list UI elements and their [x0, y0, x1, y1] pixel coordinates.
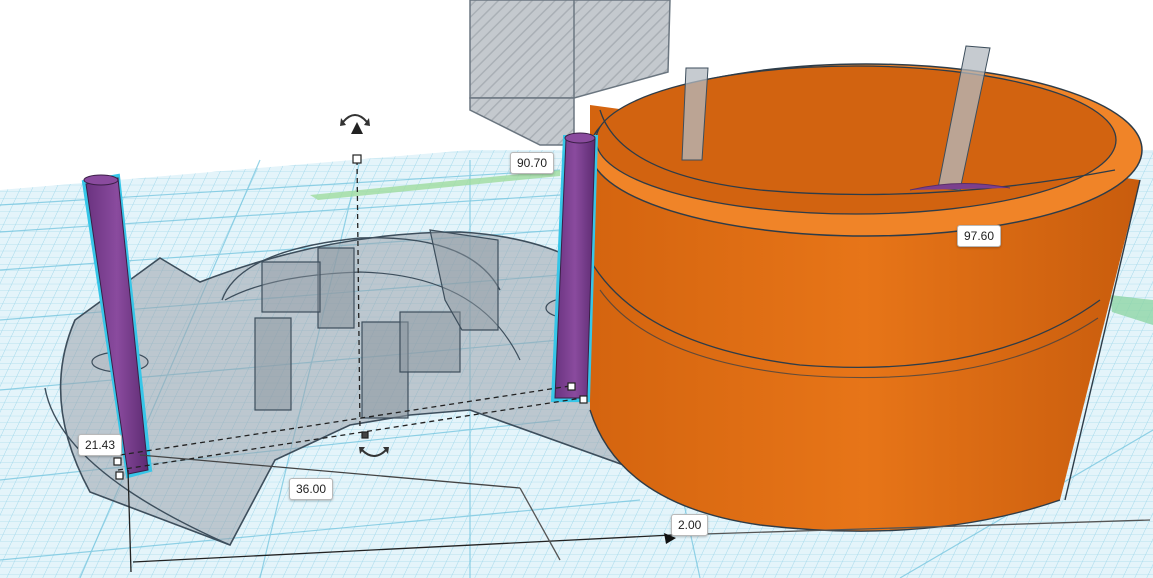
workplane-viewport[interactable]: 90.70 97.60 21.43 36.00 2.00 — [0, 0, 1153, 578]
3d-scene[interactable] — [0, 0, 1153, 578]
orange-cylinder-shape[interactable] — [589, 45, 1143, 532]
center-handle[interactable] — [361, 431, 369, 439]
dimension-height-left[interactable]: 21.43 — [78, 434, 123, 456]
resize-handle-right-top[interactable] — [567, 382, 576, 391]
dimension-gap-right[interactable]: 2.00 — [671, 514, 709, 536]
dimension-orange-diameter[interactable]: 97.60 — [957, 225, 1002, 247]
dimension-width-top[interactable]: 90.70 — [510, 152, 555, 174]
resize-handle-left-bottom[interactable] — [115, 471, 124, 480]
dimension-length-bottom[interactable]: 36.00 — [289, 478, 334, 500]
resize-handle-top[interactable] — [352, 154, 362, 164]
resize-handle-right-bottom[interactable] — [579, 395, 588, 404]
resize-handle-left-top[interactable] — [113, 457, 122, 466]
